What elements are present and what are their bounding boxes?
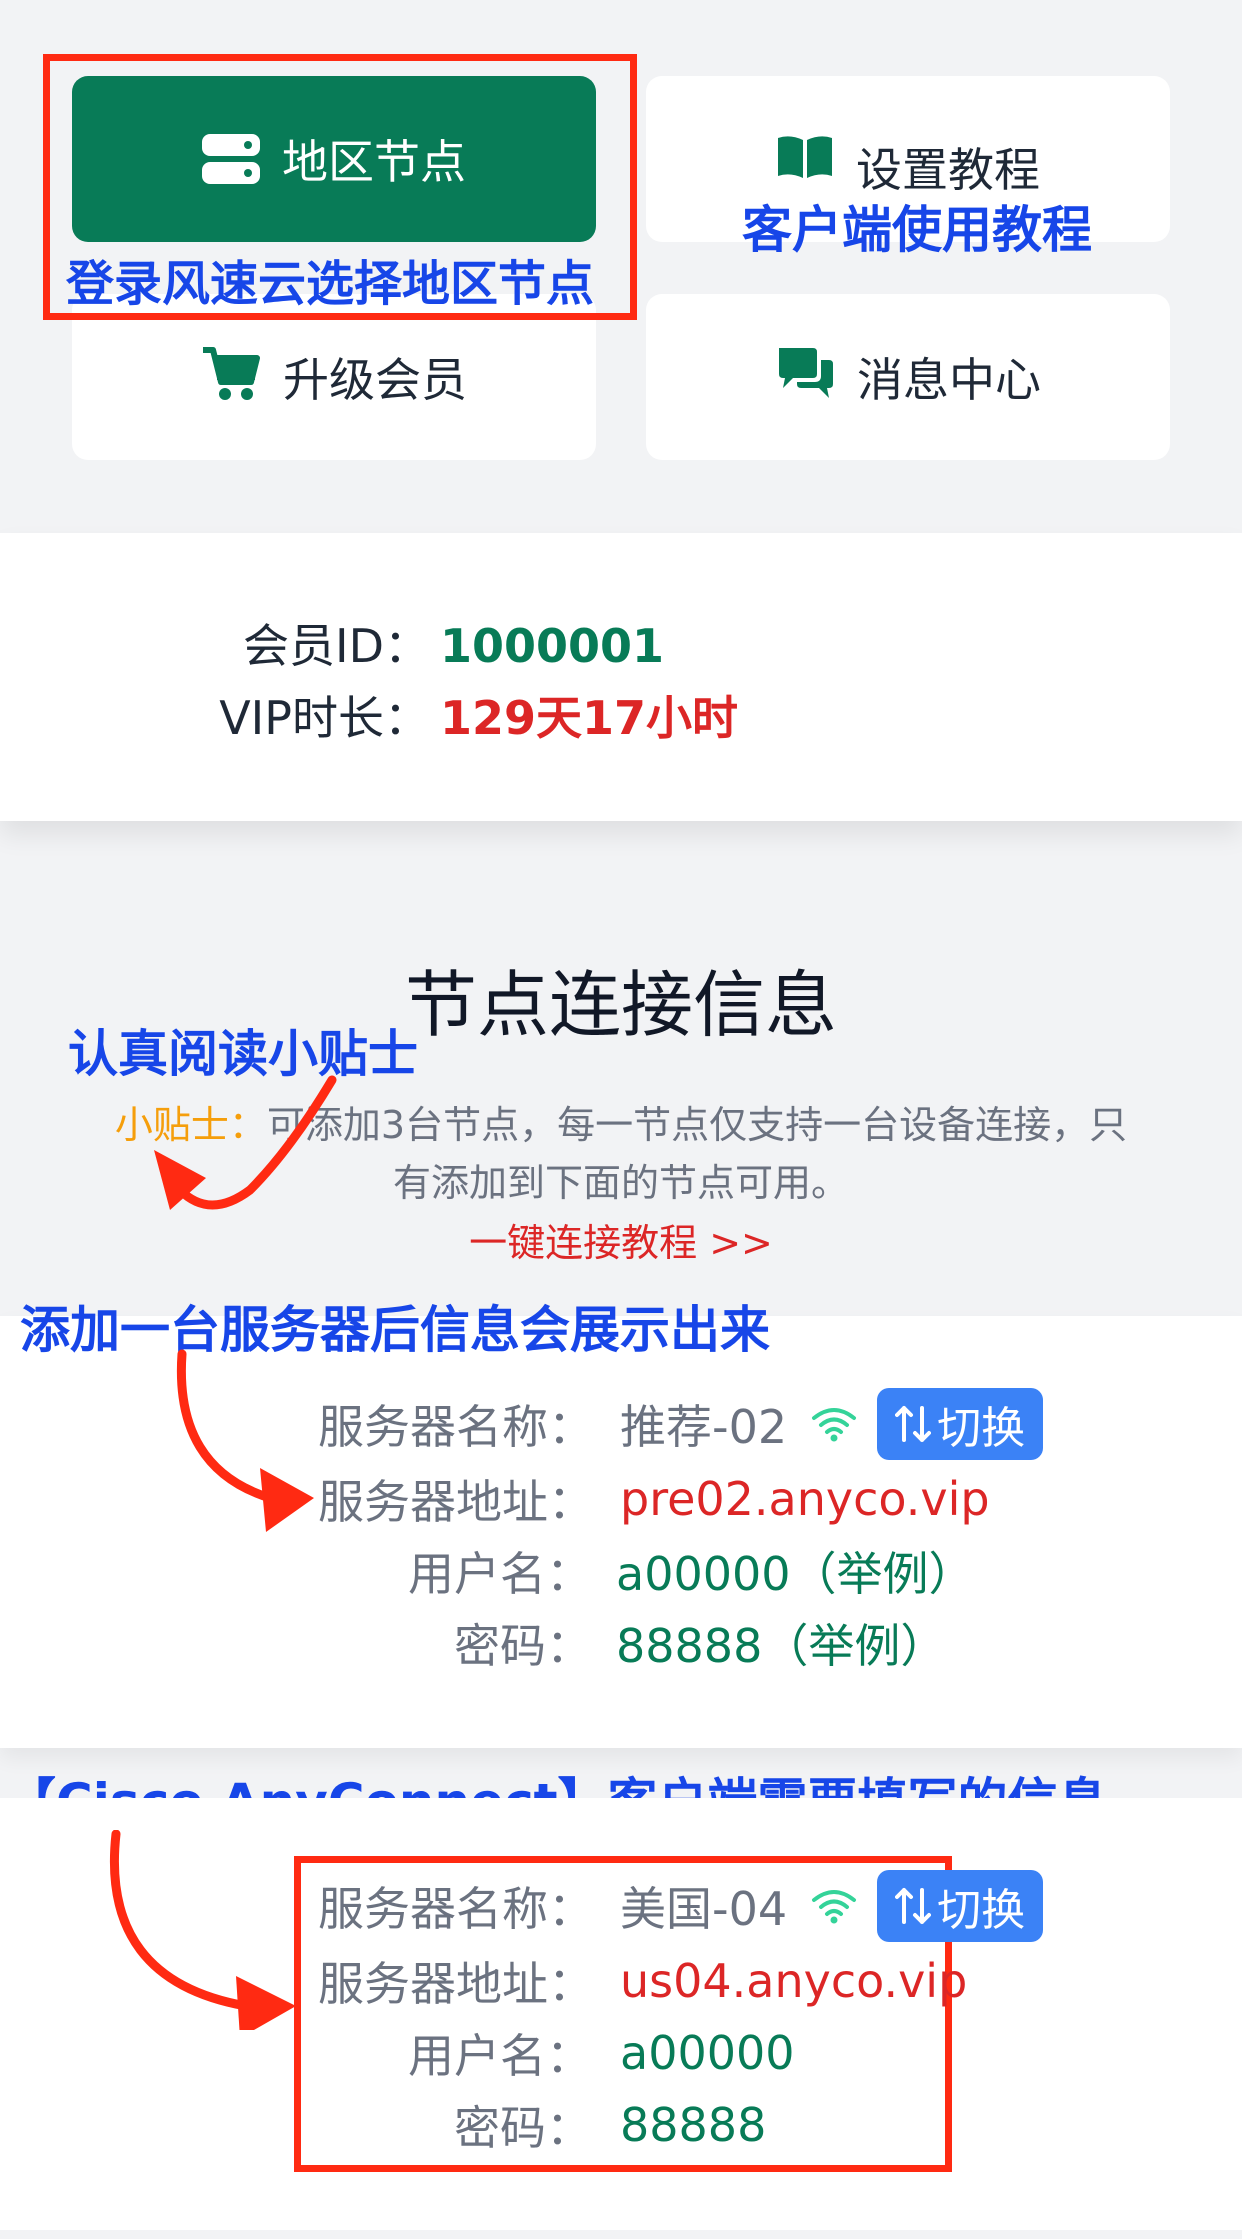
curved-arrow-icon bbox=[109, 1830, 296, 2030]
server1-address-row: 服务器地址： pre02.anyco.vip bbox=[318, 1466, 990, 1532]
upgrade-member-label: 升级会员 bbox=[283, 353, 467, 407]
chat-icon bbox=[775, 344, 835, 402]
swap-icon bbox=[895, 1404, 932, 1444]
tip-text: 可添加3台节点，每一节点仅支持一台设备连接，只 bbox=[266, 1103, 1128, 1147]
server1-username-label: 用户名： bbox=[408, 1547, 592, 1601]
server2-name-label: 服务器名称： bbox=[318, 1882, 594, 1936]
switch-server-button[interactable]: 切换 bbox=[877, 1870, 1044, 1942]
server2-name-value: 美国-04 bbox=[620, 1882, 788, 1936]
client-tutorial-annotation: 客户端使用教程 bbox=[742, 201, 1092, 259]
server2-password-value: 88888 bbox=[620, 2098, 767, 2152]
info-shown-annotation: 添加一台服务器后信息会展示出来 bbox=[20, 1301, 770, 1359]
switch-label: 切换 bbox=[937, 1885, 1026, 1936]
server2-address-label: 服务器地址： bbox=[318, 1957, 594, 2011]
book-icon bbox=[776, 134, 834, 178]
curved-arrow-icon bbox=[154, 1075, 337, 1210]
server2-username-row: 用户名： a00000 bbox=[318, 2020, 795, 2086]
server1-address-label: 服务器地址： bbox=[318, 1475, 594, 1529]
switch-label: 切换 bbox=[937, 1403, 1026, 1454]
server2-password-row: 密码： 88888 bbox=[318, 2092, 766, 2158]
server1-password-label: 密码： bbox=[454, 1619, 592, 1673]
member-id-label: 会员ID： bbox=[243, 619, 430, 673]
server2-password-label: 密码： bbox=[454, 2101, 592, 2155]
swap-icon bbox=[895, 1886, 932, 1926]
cart-icon bbox=[201, 344, 261, 404]
server1-password-row: 密码： 88888（举例） bbox=[318, 1610, 946, 1676]
vip-duration-value: 129天17小时 bbox=[440, 691, 739, 745]
wifi-icon bbox=[811, 1406, 857, 1442]
server1-username-value: a00000（举例） bbox=[616, 1547, 975, 1601]
vip-duration-row: VIP时长： 129天17小时 bbox=[120, 682, 738, 748]
server1-name-row: 服务器名称： 推荐-02 切换 bbox=[318, 1388, 1044, 1460]
server2-address-row: 服务器地址： us04.anyco.vip bbox=[318, 1948, 967, 2014]
wifi-icon bbox=[811, 1888, 857, 1924]
server2-name-row: 服务器名称： 美国-04 切换 bbox=[318, 1870, 1044, 1942]
message-center-button[interactable]: 消息中心 bbox=[646, 294, 1170, 460]
message-center-label: 消息中心 bbox=[857, 353, 1041, 407]
login-select-annotation: 登录风速云选择地区节点 bbox=[66, 256, 595, 312]
member-info-panel bbox=[0, 533, 1242, 821]
member-id-row: 会员ID： 1000001 bbox=[120, 610, 664, 676]
server1-address-value: pre02.anyco.vip bbox=[620, 1472, 990, 1526]
switch-server-button[interactable]: 切换 bbox=[877, 1388, 1044, 1460]
server1-username-row: 用户名： a00000（举例） bbox=[318, 1538, 975, 1604]
vip-duration-label: VIP时长： bbox=[219, 691, 430, 745]
server2-username-value: a00000 bbox=[620, 2026, 795, 2080]
server2-address-value: us04.anyco.vip bbox=[620, 1954, 968, 2008]
server1-name-label: 服务器名称： bbox=[318, 1400, 594, 1454]
server1-name-value: 推荐-02 bbox=[620, 1400, 788, 1454]
server1-password-value: 88888（举例） bbox=[616, 1619, 947, 1673]
member-id-value: 1000001 bbox=[440, 619, 665, 673]
server2-username-label: 用户名： bbox=[408, 2029, 592, 2083]
curved-arrow-icon bbox=[176, 1349, 314, 1532]
